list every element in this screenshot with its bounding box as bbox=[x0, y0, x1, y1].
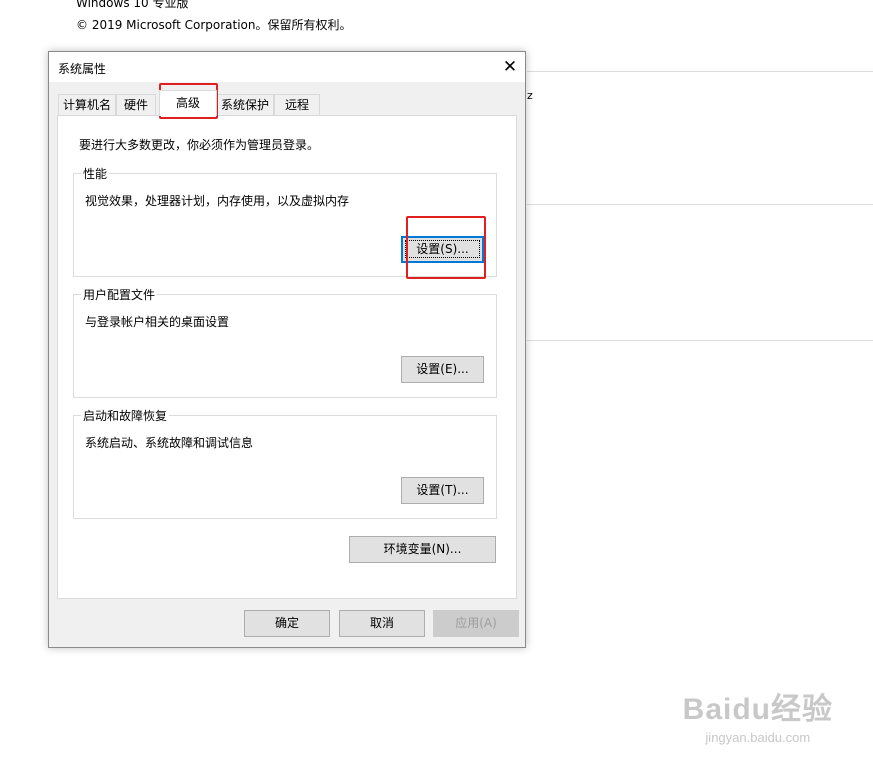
divider bbox=[527, 204, 873, 205]
cancel-button[interactable]: 取消 bbox=[339, 610, 425, 637]
divider bbox=[527, 340, 873, 341]
advanced-tab-panel: 要进行大多数更改，你必须作为管理员登录。 性能 视觉效果，处理器计划，内存使用，… bbox=[57, 115, 517, 599]
startup-recovery-group-label: 启动和故障恢复 bbox=[81, 407, 170, 424]
background-text-fragment: z bbox=[527, 89, 533, 102]
close-icon: ✕ bbox=[502, 57, 518, 77]
startup-recovery-group: 启动和故障恢复 系统启动、系统故障和调试信息 设置(T)... bbox=[73, 407, 497, 519]
ok-button[interactable]: 确定 bbox=[244, 610, 330, 637]
title-bar: 系统属性 ✕ bbox=[49, 52, 525, 82]
dialog-title: 系统属性 bbox=[58, 62, 107, 76]
performance-group-label: 性能 bbox=[81, 165, 110, 182]
system-properties-dialog: 系统属性 ✕ 计算机名 硬件 高级 系统保护 远程 要进行大多数更改，你必须作为… bbox=[48, 51, 526, 648]
performance-description: 视觉效果，处理器计划，内存使用，以及虚拟内存 bbox=[85, 194, 350, 208]
copyright-text: © 2019 Microsoft Corporation。保留所有权利。 bbox=[76, 18, 352, 32]
tab-system-protection[interactable]: 系统保护 bbox=[216, 94, 274, 115]
tab-advanced[interactable]: 高级 bbox=[159, 90, 217, 116]
user-profiles-description: 与登录帐户相关的桌面设置 bbox=[85, 315, 230, 329]
windows-edition-text: Windows 10 专业版 bbox=[76, 0, 189, 10]
startup-recovery-description: 系统启动、系统故障和调试信息 bbox=[85, 436, 254, 450]
divider bbox=[527, 71, 873, 72]
baidu-logo: Baidu经验 bbox=[682, 693, 833, 726]
admin-note: 要进行大多数更改，你必须作为管理员登录。 bbox=[79, 138, 320, 152]
settings-button-highlight bbox=[406, 216, 486, 279]
environment-variables-button[interactable]: 环境变量(N)... bbox=[349, 536, 496, 563]
user-profiles-group-label: 用户配置文件 bbox=[81, 286, 158, 303]
user-profiles-group: 用户配置文件 与登录帐户相关的桌面设置 设置(E)... bbox=[73, 286, 497, 398]
baidu-watermark: Baidu经验 jingyan.baidu.com bbox=[683, 684, 833, 745]
user-profiles-settings-button[interactable]: 设置(E)... bbox=[401, 356, 484, 383]
watermark-url: jingyan.baidu.com bbox=[705, 730, 811, 745]
close-button[interactable]: ✕ bbox=[495, 52, 525, 82]
tab-hardware[interactable]: 硬件 bbox=[116, 94, 156, 115]
startup-recovery-settings-button[interactable]: 设置(T)... bbox=[401, 477, 484, 504]
tab-remote[interactable]: 远程 bbox=[274, 94, 320, 115]
tab-computer-name[interactable]: 计算机名 bbox=[58, 94, 116, 115]
apply-button[interactable]: 应用(A) bbox=[433, 610, 519, 637]
